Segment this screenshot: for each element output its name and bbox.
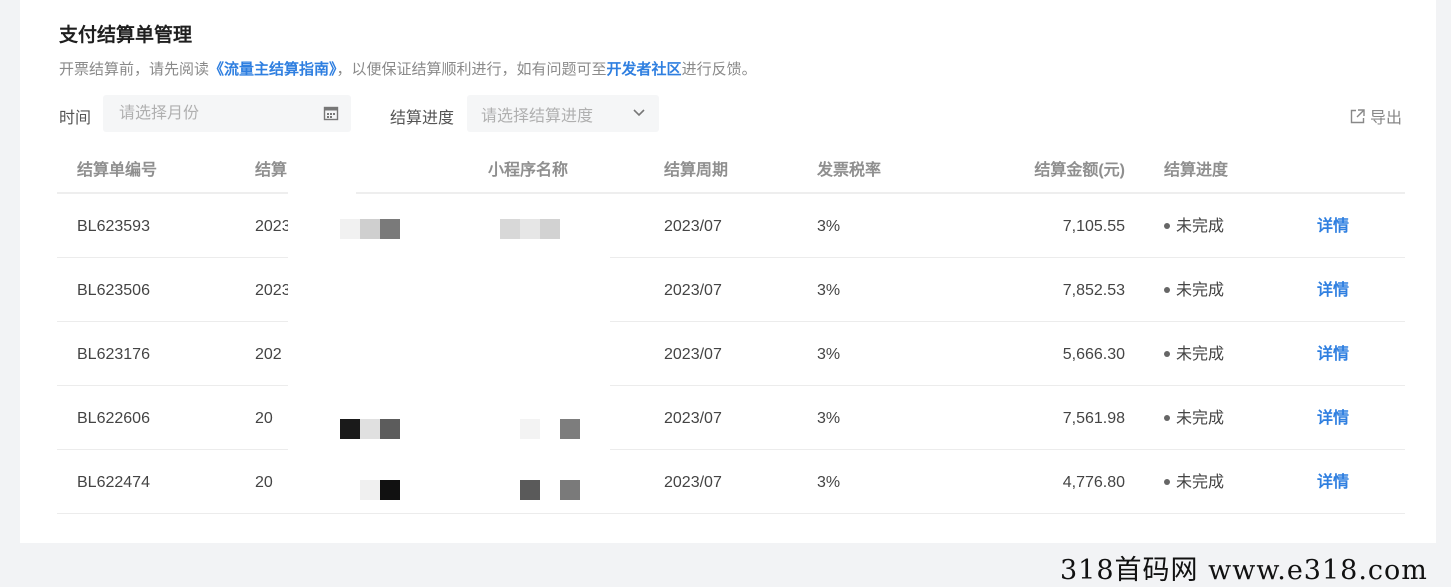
- notice-prefix: 开票结算前，请先阅读: [59, 61, 210, 78]
- mosaic-pixel: [340, 219, 360, 239]
- table-row: BL623176 202 2023/07 3% 5,666.30 未完成 详情: [57, 322, 1405, 386]
- header-app: 小程序名称: [488, 162, 569, 179]
- header-tax: 发票税率: [817, 162, 882, 179]
- notice-middle: ，以便保证结算顺利进行，如有问题可至: [336, 61, 607, 78]
- header-amount: 结算金额(元): [1034, 162, 1125, 179]
- notice-text: 开票结算前，请先阅读《流量主结算指南》，以便保证结算顺利进行，如有问题可至开发者…: [59, 58, 757, 79]
- status-dot-icon: [1164, 478, 1170, 485]
- mosaic-pixel: [380, 219, 400, 239]
- header-id: 结算单编号: [77, 162, 158, 179]
- table-header: 结算单编号 结算 小程序名称 结算周期 发票税率 结算金额(元) 结算进度: [57, 150, 1405, 194]
- settlement-date: 20: [255, 410, 273, 427]
- status-dot-icon: [1164, 286, 1170, 293]
- settlement-amount: 5,666.30: [1062, 346, 1125, 363]
- time-filter-label: 时间: [59, 110, 92, 127]
- settlement-period: 2023/07: [664, 346, 722, 363]
- settlement-date: 2023: [255, 282, 291, 299]
- mosaic-pixel: [560, 480, 580, 500]
- settlement-id: BL622606: [77, 410, 150, 427]
- detail-link[interactable]: 详情: [1317, 450, 1349, 516]
- settlement-period: 2023/07: [664, 282, 722, 299]
- table-row: BL623506 2023 2023/07 3% 7,852.53 未完成 详情: [57, 258, 1405, 322]
- settlement-status: 未完成: [1164, 322, 1224, 388]
- header-status: 结算进度: [1164, 162, 1229, 179]
- settlement-date: 202: [255, 346, 282, 363]
- settlement-table: 结算单编号 结算 小程序名称 结算周期 发票税率 结算金额(元) 结算进度 BL…: [57, 150, 1405, 514]
- settlement-date: 20: [255, 474, 273, 491]
- calendar-icon[interactable]: [323, 105, 339, 121]
- export-button[interactable]: 导出: [1349, 104, 1402, 128]
- guide-link[interactable]: 《流量主结算指南》: [209, 61, 337, 78]
- settlement-amount: 7,561.98: [1062, 410, 1125, 427]
- mosaic-pixel: [380, 480, 400, 500]
- detail-link[interactable]: 详情: [1317, 322, 1349, 388]
- tax-rate: 3%: [817, 282, 841, 299]
- month-picker[interactable]: [103, 95, 351, 132]
- detail-link[interactable]: 详情: [1317, 386, 1349, 452]
- header-date: 结算: [255, 162, 288, 179]
- export-icon: [1350, 108, 1365, 123]
- mosaic-pixel: [540, 219, 560, 239]
- progress-filter-label: 结算进度: [390, 110, 455, 127]
- page-title: 支付结算单管理: [59, 25, 193, 46]
- settlement-status: 未完成: [1164, 386, 1224, 452]
- status-dot-icon: [1164, 414, 1170, 421]
- community-link[interactable]: 开发者社区: [607, 61, 682, 78]
- status-dot-icon: [1164, 350, 1170, 357]
- settlement-amount: 7,105.55: [1062, 218, 1125, 235]
- status-dot-icon: [1164, 222, 1170, 229]
- chevron-down-icon[interactable]: [631, 107, 647, 119]
- settlement-period: 2023/07: [664, 474, 722, 491]
- table-row: BL622606 20 2023/07 3% 7,561.98 未完成 详情: [57, 386, 1405, 450]
- mosaic-pixel: [360, 419, 380, 439]
- status-text: 未完成: [1176, 218, 1225, 235]
- tax-rate: 3%: [817, 346, 841, 363]
- settlement-card: 支付结算单管理 开票结算前，请先阅读《流量主结算指南》，以便保证结算顺利进行，如…: [20, 0, 1436, 543]
- mosaic-pixel: [520, 480, 540, 500]
- mosaic-pixel: [520, 419, 540, 439]
- settlement-period: 2023/07: [664, 410, 722, 427]
- detail-link[interactable]: 详情: [1317, 258, 1349, 324]
- table-row: BL622474 20 2023/07 3% 4,776.80 未完成 详情: [57, 450, 1405, 514]
- site-watermark: 318首码网 www.e318.com: [1060, 555, 1428, 586]
- settlement-period: 2023/07: [664, 218, 722, 235]
- settlement-id: BL623176: [77, 346, 150, 363]
- settlement-status: 未完成: [1164, 194, 1224, 260]
- settlement-id: BL623506: [77, 282, 150, 299]
- notice-suffix: 进行反馈。: [681, 61, 757, 78]
- tax-rate: 3%: [817, 410, 841, 427]
- header-period: 结算周期: [664, 162, 729, 179]
- export-label: 导出: [1369, 110, 1402, 127]
- tax-rate: 3%: [817, 474, 841, 491]
- status-text: 未完成: [1176, 474, 1225, 491]
- status-text: 未完成: [1176, 282, 1225, 299]
- mosaic-pixel: [360, 480, 380, 500]
- settlement-id: BL622474: [77, 474, 150, 491]
- mosaic-pixel: [500, 219, 520, 239]
- month-input[interactable]: [117, 103, 337, 124]
- status-text: 未完成: [1176, 346, 1225, 363]
- mosaic-pixel: [380, 419, 400, 439]
- mosaic-pixel: [340, 419, 360, 439]
- table-row: BL623593 2023 2023/07 3% 7,105.55 未完成 详情: [57, 194, 1405, 258]
- settlement-amount: 7,852.53: [1062, 282, 1125, 299]
- settlement-amount: 4,776.80: [1062, 474, 1125, 491]
- redaction-mosaic-app: [320, 194, 610, 510]
- status-text: 未完成: [1176, 410, 1225, 427]
- mosaic-pixel: [560, 419, 580, 439]
- settlement-status: 未完成: [1164, 258, 1224, 324]
- mosaic-pixel: [520, 219, 540, 239]
- detail-link[interactable]: 详情: [1317, 194, 1349, 260]
- progress-select[interactable]: 请选择结算进度: [467, 95, 659, 132]
- progress-select-placeholder: 请选择结算进度: [481, 107, 594, 125]
- settlement-status: 未完成: [1164, 450, 1224, 516]
- tax-rate: 3%: [817, 218, 841, 235]
- redaction-mosaic-header: [356, 150, 476, 170]
- settlement-id: BL623593: [77, 218, 150, 235]
- mosaic-pixel: [360, 219, 380, 239]
- settlement-date: 2023: [255, 218, 291, 235]
